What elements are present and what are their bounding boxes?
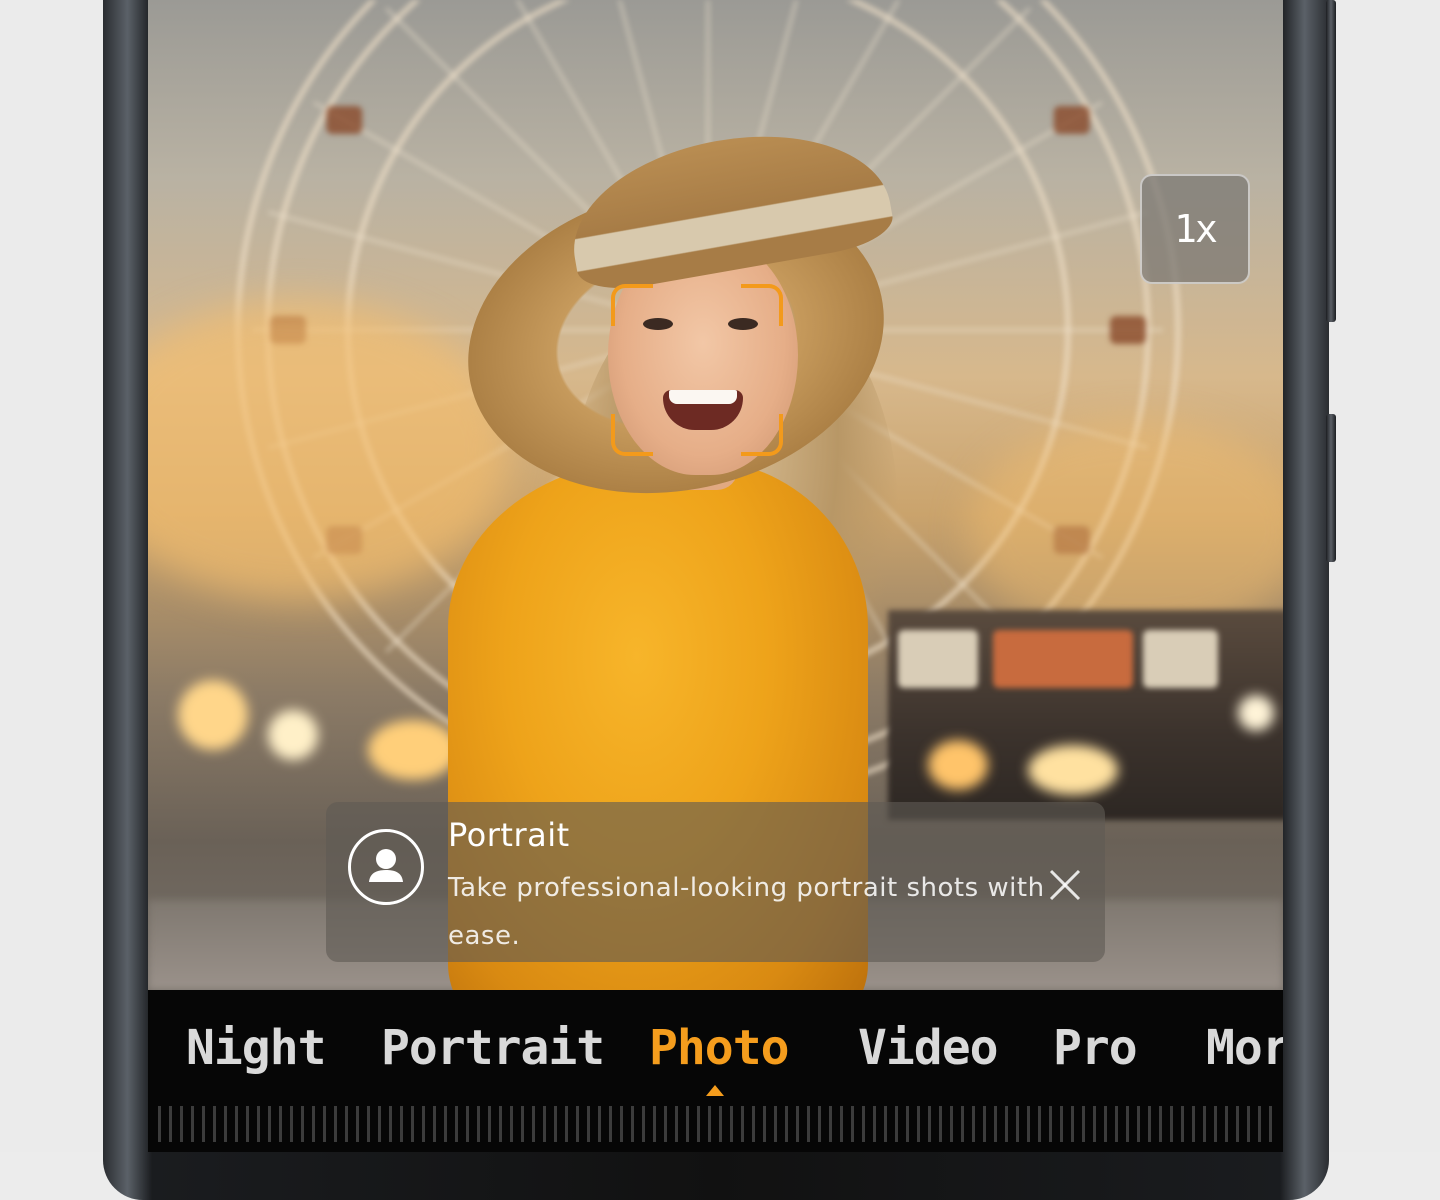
close-icon[interactable] <box>1048 868 1082 902</box>
ferris-wheel-cabin <box>1053 106 1090 134</box>
camera-viewfinder[interactable]: 1x Portrait Take professional-looking po… <box>148 0 1283 990</box>
bokeh-light <box>368 720 458 780</box>
portrait-person-icon <box>348 829 424 905</box>
product-promo-background: 1x Portrait Take professional-looking po… <box>0 0 1440 1200</box>
bokeh-light <box>178 680 248 750</box>
mode-photo[interactable]: Photo <box>649 1020 789 1076</box>
mode-portrait[interactable]: Portrait <box>381 1020 605 1076</box>
mode-night[interactable]: Night <box>186 1020 326 1076</box>
mode-pro[interactable]: Pro <box>1053 1020 1138 1076</box>
bokeh-light <box>268 710 318 760</box>
focus-corner <box>741 414 783 456</box>
tip-title: Portrait <box>448 816 570 854</box>
mode-video[interactable]: Video <box>858 1020 998 1076</box>
mode-carousel[interactable]: Night Portrait Photo Video Pro More <box>148 990 1283 1100</box>
face-focus-frame <box>611 284 783 456</box>
mode-scroll-ticks[interactable] <box>158 1106 1273 1142</box>
power-button <box>1326 414 1336 562</box>
active-mode-indicator <box>706 1085 724 1096</box>
bokeh-light <box>1028 745 1118 795</box>
bokeh-light <box>1238 695 1274 731</box>
zoom-button[interactable]: 1x <box>1140 174 1250 284</box>
focus-corner <box>741 284 783 326</box>
focus-corner <box>611 284 653 326</box>
bokeh-light <box>928 740 988 790</box>
booth-sign <box>1143 630 1218 688</box>
booth-sign <box>898 630 978 688</box>
mode-more[interactable]: More <box>1206 1020 1283 1076</box>
camera-mode-bar: Night Portrait Photo Video Pro More <box>148 990 1283 1152</box>
booth-sign <box>993 630 1133 688</box>
focus-corner <box>611 414 653 456</box>
tip-description: Take professional-looking portrait shots… <box>448 873 1045 951</box>
ferris-wheel-cabin <box>1110 316 1146 344</box>
phone-screen: 1x Portrait Take professional-looking po… <box>148 0 1283 1152</box>
portrait-tip-card: Portrait Take professional-looking portr… <box>326 802 1105 962</box>
volume-button <box>1326 0 1336 322</box>
zoom-level-label: 1x <box>1174 207 1218 251</box>
ferris-wheel-cabin <box>326 106 363 134</box>
